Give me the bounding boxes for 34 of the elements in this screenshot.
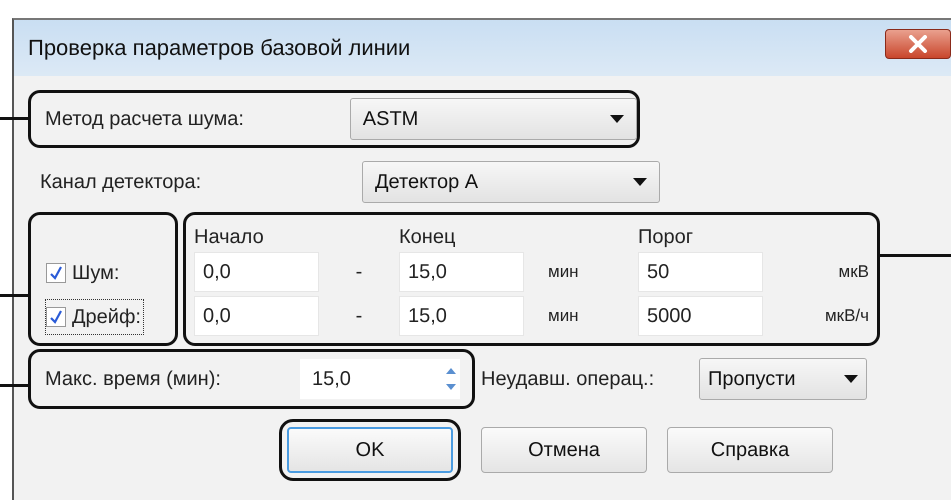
input-field[interactable]: 15,0: [399, 296, 524, 336]
unit-label: мин: [547, 306, 580, 326]
column-header: Порог: [638, 226, 694, 249]
field-label: Метод расчета шума:: [45, 108, 245, 130]
close-icon: [907, 35, 929, 53]
input-field[interactable]: 0,0: [194, 252, 319, 292]
dialog-button[interactable]: Справка: [667, 427, 833, 473]
dialog-button[interactable]: OK: [287, 427, 453, 473]
field-label: Неудавш. операц.:: [481, 368, 656, 390]
caret-icon: [633, 178, 647, 186]
detector-dropdown[interactable]: Детектор А: [362, 161, 660, 203]
unit-label: мкВ: [838, 262, 870, 282]
field-label: Канал детектора:: [39, 170, 202, 194]
window-title: Проверка параметров базовой линии: [28, 35, 410, 61]
column-header: Конец: [399, 226, 456, 249]
input-field[interactable]: 50: [638, 252, 763, 292]
dialog-button[interactable]: Отмена: [481, 427, 647, 473]
input-field[interactable]: 0,0: [194, 296, 319, 336]
input-field[interactable]: 15,0: [399, 252, 524, 292]
input-field[interactable]: 5000: [638, 296, 763, 336]
checkbox[interactable]: Дрейф:: [45, 299, 144, 335]
spin-field[interactable]: 15,0: [300, 359, 460, 399]
failed-operation-dropdown[interactable]: Пропусти: [699, 358, 867, 400]
close-button[interactable]: [885, 29, 951, 59]
checkbox[interactable]: Шум:: [45, 255, 122, 291]
caret-icon: [610, 115, 624, 123]
column-header: Начало: [194, 226, 265, 249]
unit-label: мин: [547, 262, 580, 282]
unit-label: мкВ/ч: [824, 306, 870, 326]
field-label: Макс. время (мин):: [45, 368, 222, 390]
noise-method-dropdown[interactable]: ASTM: [350, 98, 637, 140]
range-dash: -: [354, 260, 364, 284]
range-dash: -: [354, 304, 364, 328]
caret-icon: [844, 375, 858, 383]
